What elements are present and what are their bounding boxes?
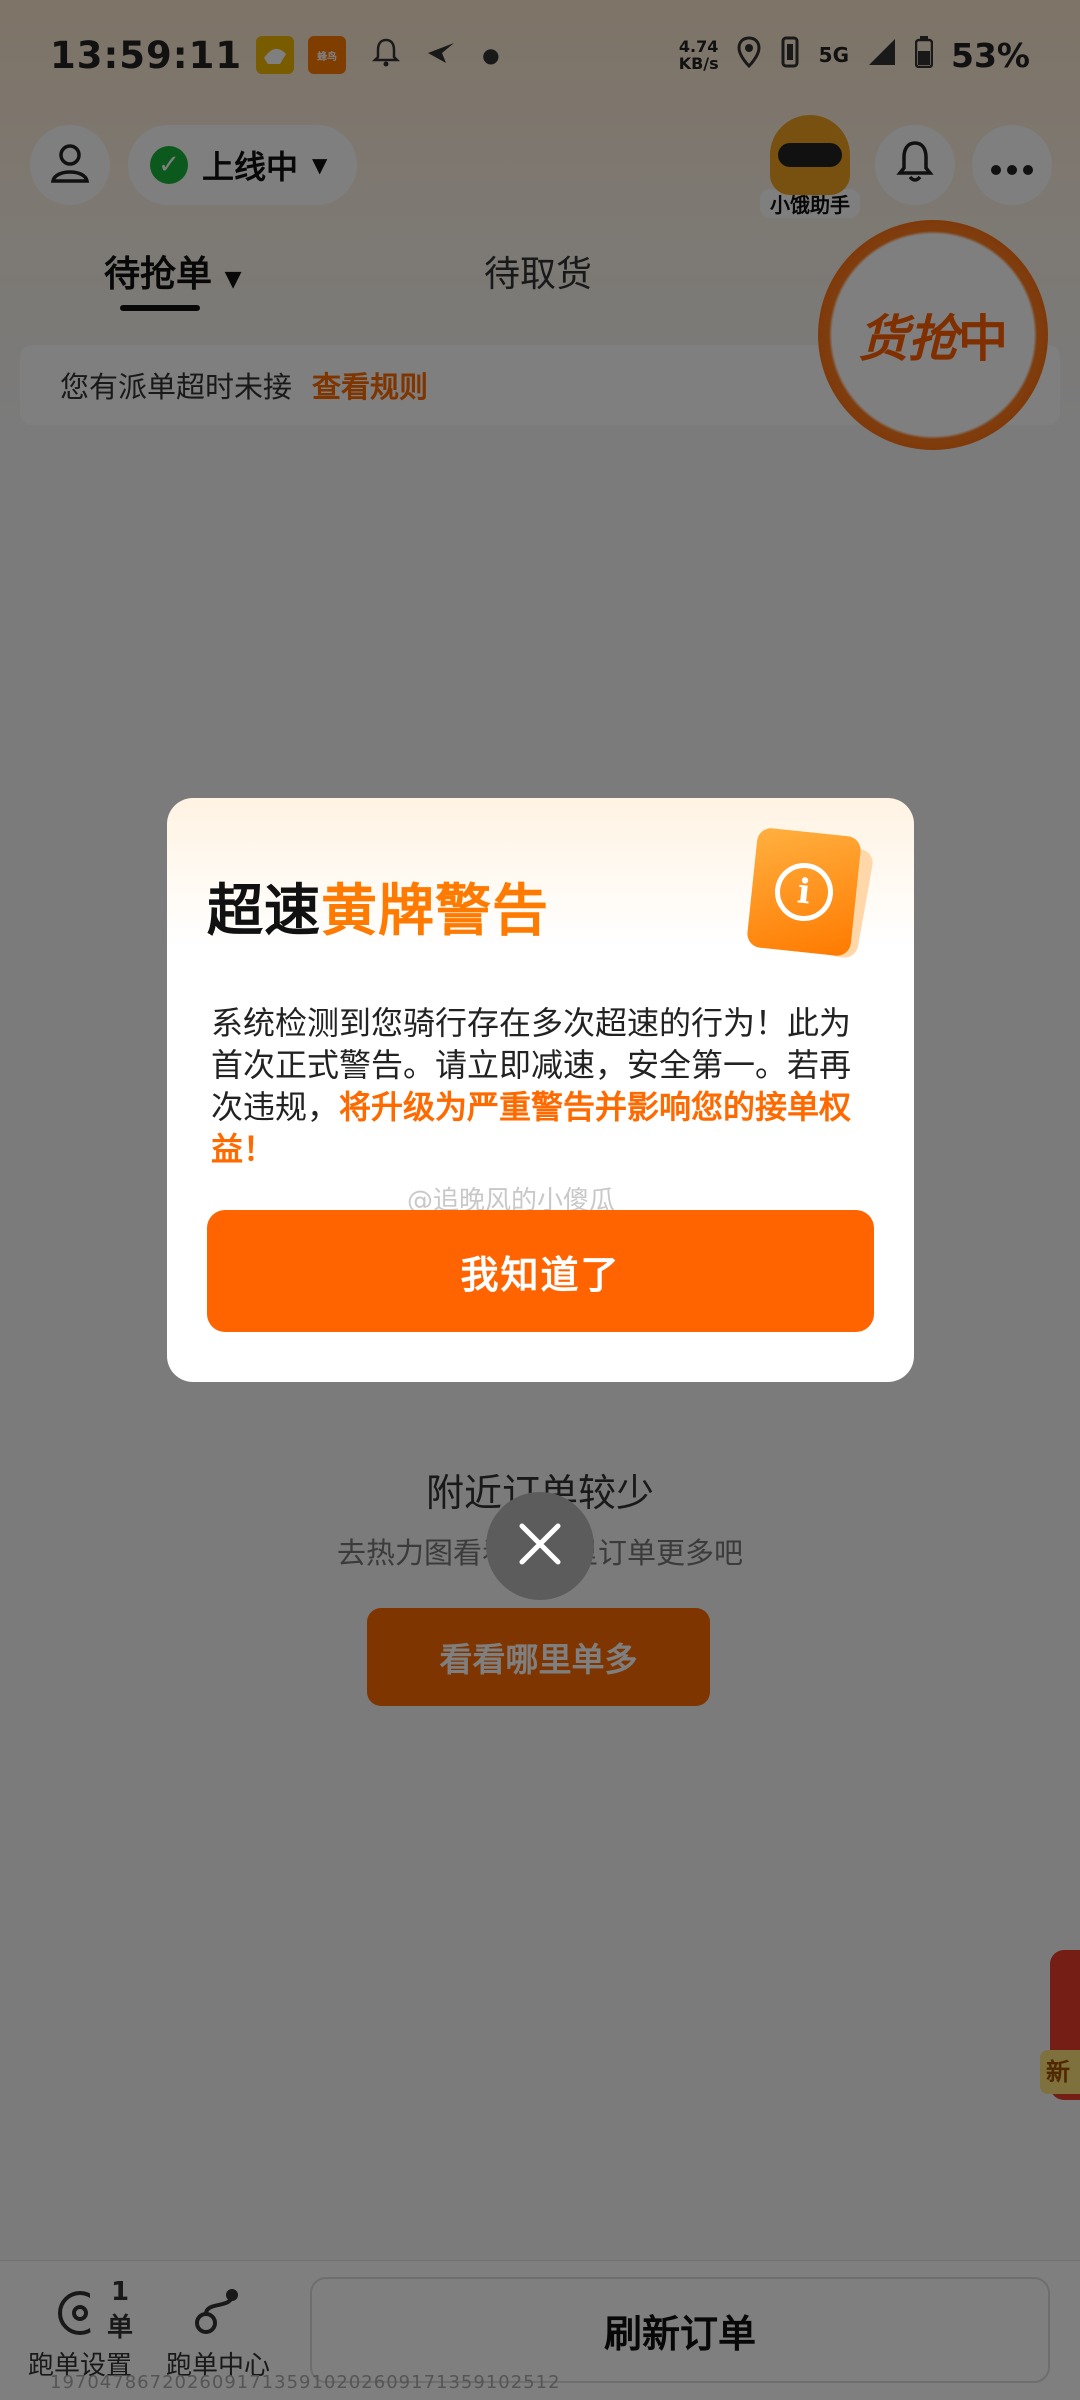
speeding-warning-dialog: 超速黄牌警告 i 系统检测到您骑行存在多次超速的行为！此为首次正式警告。请立即减… xyxy=(167,798,914,1382)
close-dialog-button[interactable] xyxy=(486,1492,594,1600)
dialog-message: 系统检测到您骑行存在多次超速的行为！此为首次正式警告。请立即减速，安全第一。若再… xyxy=(211,1004,852,1168)
info-icon: i xyxy=(746,826,875,960)
acknowledge-button[interactable]: 我知道了 xyxy=(207,1210,874,1332)
dialog-title: 超速黄牌警告 xyxy=(207,879,549,944)
close-icon xyxy=(517,1521,563,1571)
